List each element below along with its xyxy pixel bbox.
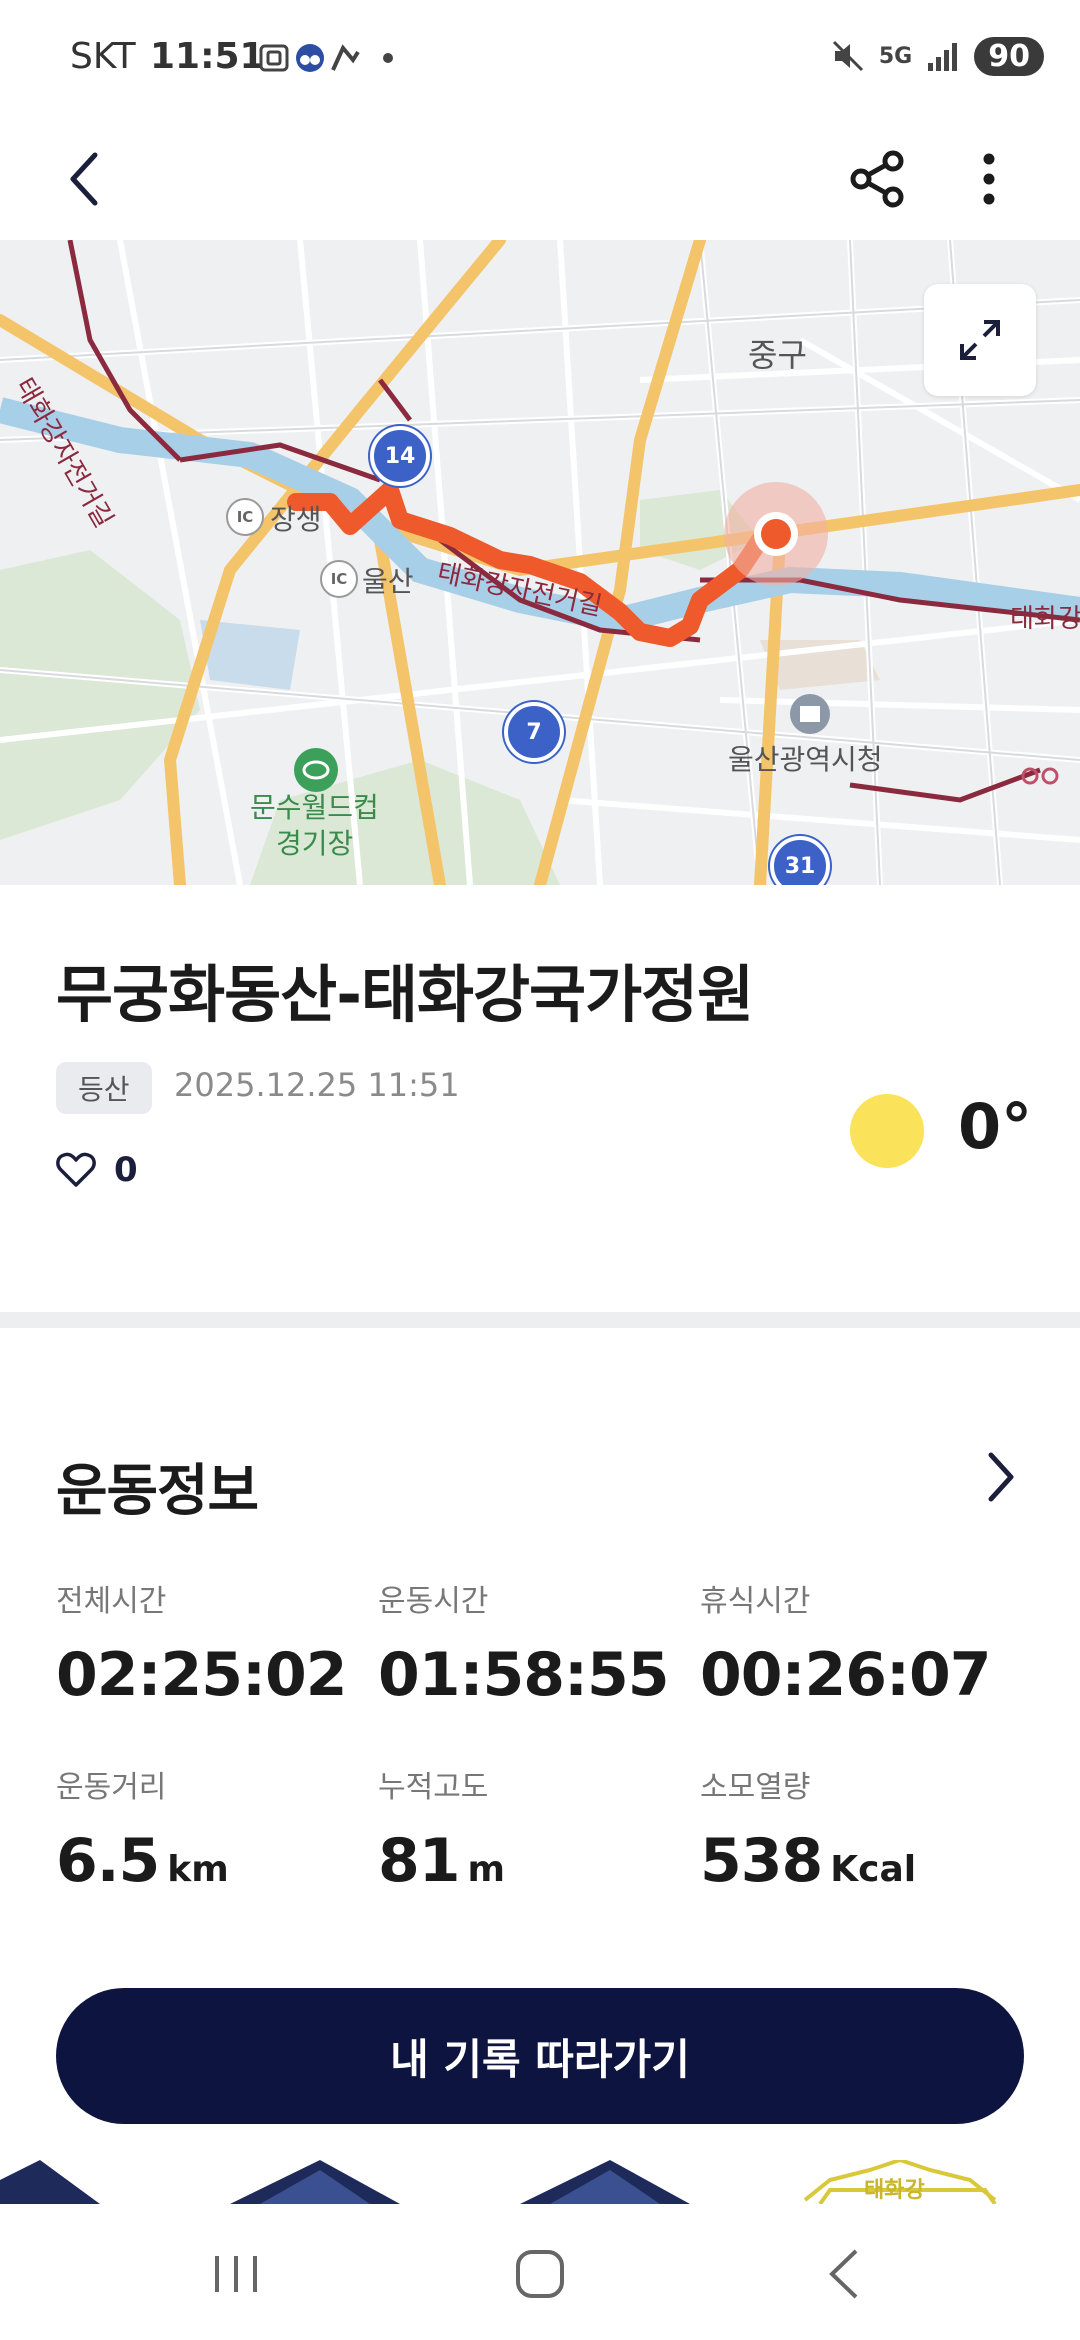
stat-exercise-time: 운동시간 01:58:55 [378, 1576, 698, 1710]
sun-icon [850, 1094, 924, 1168]
exercise-info-detail-button[interactable] [966, 1442, 1036, 1512]
stat-unit: Kcal [830, 1849, 917, 1890]
route-badge-14: 14 [370, 426, 430, 486]
more-button[interactable] [944, 134, 1034, 224]
stat-value: 02:25:02 [56, 1640, 376, 1710]
back-arrow-icon [829, 2249, 858, 2299]
chevron-left-icon [70, 152, 98, 206]
exercise-info-title: 운동정보 [56, 1459, 259, 1524]
map-label-junggu: 중구 [748, 336, 807, 374]
stat-value: 6.5 km [56, 1826, 376, 1896]
signal-icon [928, 43, 958, 71]
stat-unit: m [467, 1849, 506, 1890]
stat-calories: 소모열량 538 Kcal [700, 1762, 1020, 1896]
mute-icon [832, 40, 863, 72]
stat-value: 81 m [378, 1826, 698, 1896]
network-type: 5G [878, 43, 913, 69]
back-button[interactable] [40, 134, 130, 224]
stat-total-time: 전체시간 02:25:02 [56, 1576, 376, 1710]
share-button[interactable] [832, 134, 922, 224]
like-count: 0 [114, 1150, 138, 1190]
notification-icon-group [259, 44, 393, 72]
more-vertical-icon [983, 153, 995, 205]
like-button[interactable]: 0 [56, 1150, 138, 1190]
recent-apps-button[interactable] [176, 2226, 296, 2322]
stat-value: 00:26:07 [700, 1640, 1020, 1710]
map-label-city-hall: 울산광역시청 [728, 743, 883, 776]
weather-temperature: 0° [958, 1090, 1033, 1163]
stat-number: 01:58:55 [378, 1640, 669, 1710]
map-canvas [0, 240, 1080, 885]
stat-unit: km [167, 1849, 229, 1890]
stat-rest-time: 휴식시간 00:26:07 [700, 1576, 1020, 1710]
banner-text: 태화강 [864, 2178, 925, 2203]
stat-value: 538 Kcal [700, 1826, 1020, 1896]
route-badge-7: 7 [504, 702, 564, 762]
stat-number: 00:26:07 [700, 1640, 991, 1710]
stat-label: 운동거리 [56, 1770, 167, 1805]
stat-elevation: 누적고도 81 m [378, 1762, 698, 1896]
stat-number: 81 [378, 1826, 460, 1896]
activity-type-tag: 등산 [56, 1062, 152, 1114]
stat-label: 운동시간 [378, 1584, 489, 1619]
activity-title: 무궁화동산-태화강국가정원 [56, 958, 754, 1031]
stat-label: 휴식시간 [700, 1584, 811, 1619]
share-icon [850, 150, 904, 208]
status-bar: SKT 11:51 5G 90 [0, 0, 1080, 118]
expand-icon [960, 320, 1000, 360]
stat-number: 6.5 [56, 1826, 160, 1896]
recent-apps-icon [215, 2256, 257, 2292]
ic-badge-jangseng: IC [226, 498, 264, 536]
section-divider [0, 1312, 1080, 1328]
stat-distance: 운동거리 6.5 km [56, 1762, 376, 1896]
system-navigation-bar [0, 2204, 1080, 2340]
expand-map-button[interactable] [924, 284, 1036, 396]
carrier-label: SKT [70, 36, 136, 77]
route-map[interactable]: 중구 장생 울산 문수월드컵 경기장 울산광역시청 태화강자전거길 태화강자전거… [0, 240, 1080, 885]
notification-icons [258, 38, 408, 86]
stat-label: 전체시간 [56, 1584, 167, 1619]
activity-datetime: 2025.12.25 11:51 [174, 1066, 460, 1104]
chevron-right-icon [988, 1452, 1014, 1502]
banner-strip[interactable]: 태화강 [0, 2160, 1080, 2204]
system-back-button[interactable] [784, 2226, 904, 2322]
clock: 11:51 [150, 36, 265, 77]
map-label-stadium-line2: 경기장 [276, 827, 354, 860]
heart-outline-icon [56, 1152, 96, 1187]
stat-label: 누적고도 [378, 1770, 489, 1805]
stat-value: 01:58:55 [378, 1640, 698, 1710]
battery-indicator: 90 [974, 36, 1044, 76]
map-label-ulsan: 울산 [362, 565, 414, 598]
map-label-jangseng: 장생 [270, 503, 322, 536]
stat-number: 538 [700, 1826, 823, 1896]
road-label-taehwa-right: 태화강 [1010, 604, 1080, 634]
stat-number: 02:25:02 [56, 1640, 347, 1710]
follow-my-record-button[interactable]: 내 기록 따라가기 [56, 1988, 1024, 2124]
stat-label: 소모열량 [700, 1770, 811, 1805]
top-app-bar [0, 118, 1080, 240]
home-button[interactable] [480, 2226, 600, 2322]
system-status-icons: 5G 90 [831, 32, 1044, 80]
ic-badge-ulsan: IC [320, 560, 358, 598]
home-icon [516, 2250, 564, 2298]
map-label-stadium-line1: 문수월드컵 [250, 791, 379, 824]
